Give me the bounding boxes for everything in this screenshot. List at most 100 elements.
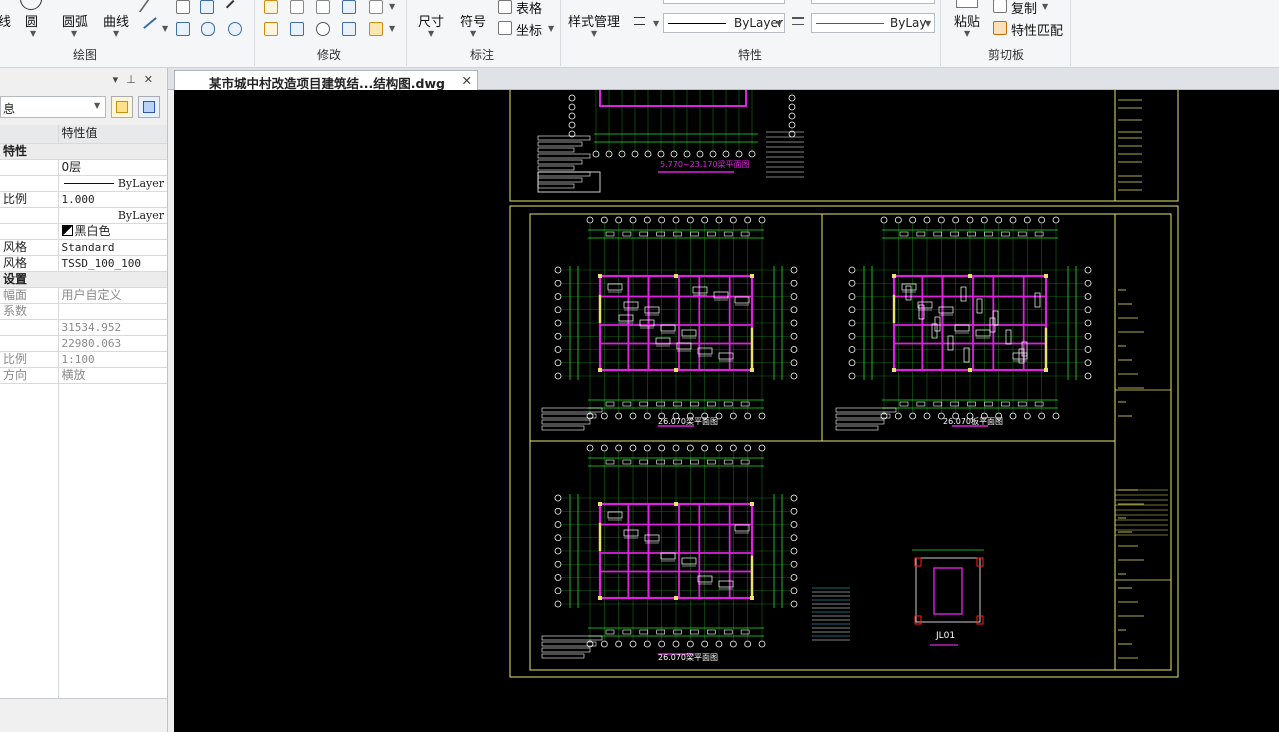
linetype-combo[interactable]: ByLayer xyxy=(663,13,785,33)
panel-pin-icon[interactable]: ⊥ xyxy=(126,73,144,86)
dimension-dropdown-icon[interactable]: ▼ xyxy=(428,29,434,38)
axis-bubble xyxy=(1038,216,1046,224)
property-value[interactable]: 横放 xyxy=(58,367,167,384)
construction-line-icon[interactable] xyxy=(143,17,157,29)
match-properties-icon[interactable] xyxy=(993,21,1007,35)
symbol-dropdown-icon[interactable]: ▼ xyxy=(470,29,476,38)
property-row[interactable]: 风格 TSSD_100_100 xyxy=(0,255,167,272)
paste-button[interactable]: 粘贴 xyxy=(954,11,980,30)
hatch-icon[interactable] xyxy=(200,0,214,14)
table-button[interactable]: 表格 xyxy=(516,0,542,17)
property-value[interactable]: 31534.952 xyxy=(58,319,167,336)
trim-icon[interactable] xyxy=(316,0,330,14)
property-value[interactable]: 22980.063 xyxy=(58,335,167,352)
pick-icon[interactable] xyxy=(225,0,241,15)
table-icon[interactable] xyxy=(498,0,512,14)
explode-dropdown-icon[interactable]: ▼ xyxy=(389,24,395,33)
property-row[interactable]: 方向 横放 xyxy=(0,367,167,384)
property-row[interactable]: 0层 xyxy=(0,159,167,176)
revision-cloud-icon[interactable] xyxy=(228,22,242,36)
dimension-button[interactable]: 尺寸 xyxy=(418,11,444,30)
object-selector-dropdown-icon[interactable]: ▼ xyxy=(94,101,100,110)
arc-button[interactable]: 圆弧 xyxy=(62,11,88,30)
pencil-icon[interactable] xyxy=(138,0,162,12)
move-icon[interactable] xyxy=(264,0,278,14)
extend-icon[interactable] xyxy=(369,0,383,14)
property-value[interactable]: 黑白色 xyxy=(58,223,167,240)
symbol-button[interactable]: 符号 xyxy=(460,11,486,30)
match-properties-button[interactable]: 特性匹配 xyxy=(1011,20,1063,39)
coordinate-icon[interactable] xyxy=(498,21,512,35)
coordinate-dropdown-icon[interactable]: ▼ xyxy=(548,24,554,33)
style-manager-dropdown-icon[interactable]: ▼ xyxy=(591,29,597,38)
linetype-list-icon[interactable] xyxy=(634,17,645,25)
lineweight-combo[interactable]: ByLay xyxy=(811,13,935,33)
property-row[interactable]: 黑白色 xyxy=(0,223,167,240)
array-icon[interactable] xyxy=(342,22,356,36)
property-value[interactable]: 1:100 xyxy=(58,351,167,368)
copy-icon[interactable] xyxy=(993,0,1007,13)
property-value[interactable]: 用户自定义 xyxy=(58,287,167,304)
property-row[interactable]: ByLayer xyxy=(0,175,167,192)
panel-close-icon[interactable]: ✕ xyxy=(144,73,161,86)
style-manager-button[interactable]: 样式管理 xyxy=(568,11,620,30)
property-value[interactable]: Standard xyxy=(58,239,167,256)
lineweight-list-icon[interactable] xyxy=(792,17,804,25)
copy-button[interactable]: 复制 xyxy=(1011,0,1037,17)
extend-dropdown-icon[interactable]: ▼ xyxy=(389,2,395,11)
paste-icon[interactable] xyxy=(956,0,978,8)
select-objects-button[interactable] xyxy=(138,96,160,118)
rectangle-icon[interactable] xyxy=(176,0,190,14)
property-row[interactable]: 比例 1.000 xyxy=(0,191,167,208)
axis-bubble xyxy=(729,640,737,648)
circle-button[interactable]: 圆 xyxy=(25,11,38,30)
color-combo[interactable] xyxy=(663,0,785,4)
axis-bubble xyxy=(995,216,1003,224)
property-row[interactable]: 幅面 用户自定义 xyxy=(0,287,167,304)
property-row[interactable]: ByLayer xyxy=(0,207,167,224)
property-row[interactable]: 特性 xyxy=(0,143,167,160)
property-row[interactable]: 22980.063 xyxy=(0,335,167,352)
copy-object-icon[interactable] xyxy=(342,0,356,14)
property-value[interactable]: 0层 xyxy=(58,159,167,176)
layer-combo[interactable] xyxy=(811,0,935,4)
axis-bubble xyxy=(744,444,752,452)
paste-dropdown-icon[interactable]: ▼ xyxy=(964,29,970,38)
object-selector[interactable]: 息 xyxy=(0,96,106,118)
line-button[interactable]: 线 xyxy=(0,11,11,30)
arc-dropdown-icon[interactable]: ▼ xyxy=(71,29,77,38)
linetype-dropdown-icon[interactable]: ▼ xyxy=(776,19,782,28)
property-value[interactable]: ByLayer xyxy=(58,207,167,224)
copy-dropdown-icon[interactable]: ▼ xyxy=(1042,2,1048,11)
curve-button[interactable]: 曲线 xyxy=(103,11,129,30)
panel-menu-icon[interactable]: ▾ xyxy=(113,73,127,86)
construction-line-dropdown-icon[interactable]: ▼ xyxy=(162,24,168,33)
property-row[interactable]: 设置 xyxy=(0,271,167,288)
stretch-icon[interactable] xyxy=(290,22,304,36)
property-row[interactable]: 系数 xyxy=(0,303,167,320)
lineweight-dropdown-icon[interactable]: ▼ xyxy=(925,19,931,28)
linetype-list-dropdown-icon[interactable]: ▼ xyxy=(653,19,659,28)
circle-dropdown-icon[interactable]: ▼ xyxy=(30,29,36,38)
coordinate-button[interactable]: 坐标 xyxy=(516,20,542,39)
scale-icon[interactable] xyxy=(264,22,278,36)
property-row[interactable]: 风格 Standard xyxy=(0,239,167,256)
axis-bubble xyxy=(554,507,562,515)
rotate-icon[interactable] xyxy=(316,22,330,36)
property-value[interactable]: 1.000 xyxy=(58,191,167,208)
property-value[interactable] xyxy=(58,303,167,320)
document-tab[interactable]: 某市城中村改造项目建筑结...结构图.dwg ✕ xyxy=(174,70,478,91)
close-tab-icon[interactable]: ✕ xyxy=(462,73,472,88)
region-icon[interactable] xyxy=(176,22,190,36)
slab-label xyxy=(976,298,983,314)
property-row[interactable]: 31534.952 xyxy=(0,319,167,336)
toggle-pickadd-button[interactable] xyxy=(111,96,133,118)
explode-icon[interactable] xyxy=(369,22,383,36)
mirror-icon[interactable] xyxy=(290,0,304,14)
curve-dropdown-icon[interactable]: ▼ xyxy=(113,29,119,38)
drawing-canvas[interactable]: 5.770~23.170梁平面图 26.070梁平面图 26.070板平面图 2… xyxy=(174,90,1279,732)
property-value[interactable]: ByLayer xyxy=(58,175,167,192)
property-value[interactable]: TSSD_100_100 xyxy=(58,255,167,272)
property-row[interactable]: 比例 1:100 xyxy=(0,351,167,368)
boundary-icon[interactable] xyxy=(201,22,215,36)
